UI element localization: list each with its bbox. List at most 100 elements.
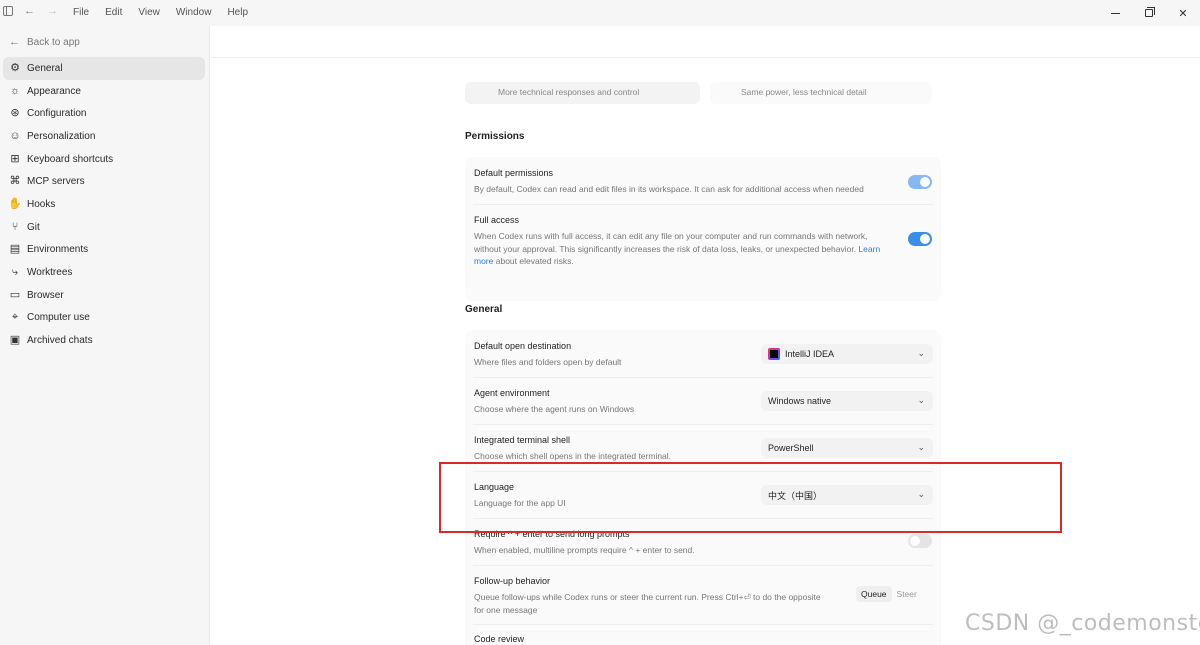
full-access-toggle[interactable] <box>908 232 932 246</box>
require-enter-toggle[interactable] <box>908 534 932 548</box>
sidebar-item-label: Environments <box>27 244 89 256</box>
config-icon: ⊛ <box>10 107 20 120</box>
menu-help[interactable]: Help <box>227 7 248 18</box>
sidebar-item-label: Configuration <box>27 108 87 120</box>
settings-sidebar: ← Back to app ⚙ General ☼ Appearance ⊛ C… <box>0 26 210 645</box>
keyboard-icon: ⊞ <box>10 152 20 165</box>
language-select[interactable]: 中文（中国） ⌄ <box>761 485 933 505</box>
response-style-options: More technical responses and control Sam… <box>465 82 941 104</box>
section-title-permissions: Permissions <box>465 131 525 142</box>
sidebar-item-label: Worktrees <box>27 267 73 279</box>
select-value: 中文（中国） <box>768 490 823 501</box>
sidebar-item-environments[interactable]: ▤ Environments <box>3 239 205 262</box>
sidebar-item-mcp-servers[interactable]: ⌘ MCP servers <box>3 170 205 193</box>
sidebar-item-keyboard-shortcuts[interactable]: ⊞ Keyboard shortcuts <box>3 148 205 171</box>
sidebar-item-label: Archived chats <box>27 335 93 347</box>
general-group: Default open destination Where files and… <box>465 330 941 645</box>
sidebar-item-label: General <box>27 62 63 74</box>
default-permissions-toggle[interactable] <box>908 175 932 189</box>
menu-bar: File Edit View Window Help <box>73 7 264 18</box>
sidebar-item-appearance[interactable]: ☼ Appearance <box>3 80 205 103</box>
sidebar-item-browser[interactable]: ▭ Browser <box>3 284 205 307</box>
smile-icon: ☺ <box>9 129 21 142</box>
sidebar-item-label: Appearance <box>27 85 81 97</box>
watermark-text: CSDN @_codemonster <box>965 611 1200 636</box>
follow-up-segmented-control: Queue Steer <box>856 586 922 602</box>
forward-arrow-icon[interactable]: → <box>47 5 58 17</box>
chevron-down-icon: ⌄ <box>917 348 925 358</box>
title-bar: ← → File Edit View Window Help ✕ <box>0 0 1200 26</box>
sidebar-item-label: Keyboard shortcuts <box>27 153 114 165</box>
minimize-button[interactable] <box>1098 0 1132 26</box>
sidebar-item-label: Personalization <box>27 130 96 142</box>
gear-icon: ⚙ <box>10 61 20 74</box>
setting-row-default-permissions: Default permissions By default, Codex ca… <box>465 157 941 204</box>
sun-icon: ☼ <box>9 84 21 97</box>
toggle-knob <box>910 536 920 546</box>
menu-window[interactable]: Window <box>176 7 212 18</box>
chevron-down-icon: ⌄ <box>917 442 925 452</box>
setting-title: Agent environment <box>474 388 550 398</box>
setting-title: Default permissions <box>474 168 554 178</box>
back-to-app-label: Back to app <box>27 36 80 48</box>
follow-up-option-queue[interactable]: Queue <box>856 586 892 602</box>
setting-row-code-review: Code review <box>465 624 941 645</box>
menu-edit[interactable]: Edit <box>105 7 122 18</box>
toggle-sidebar-icon[interactable] <box>3 6 13 16</box>
toggle-knob <box>920 177 930 187</box>
close-button[interactable]: ✕ <box>1166 0 1200 26</box>
git-icon: ⑂ <box>11 220 19 233</box>
back-arrow-icon[interactable]: ← <box>24 5 35 17</box>
select-value: Windows native <box>768 396 832 406</box>
select-value: PowerShell <box>768 443 814 453</box>
option-card-technical[interactable]: More technical responses and control <box>465 82 700 104</box>
sidebar-item-personalization[interactable]: ☺ Personalization <box>3 125 205 148</box>
desc-text: When Codex runs with full access, it can… <box>474 231 868 254</box>
sidebar-item-label: Browser <box>27 289 64 301</box>
setting-row-require-enter: Require ^ + enter to send long prompts W… <box>465 518 941 565</box>
chevron-down-icon: ⌄ <box>917 489 925 499</box>
sidebar-item-computer-use[interactable]: ⌖ Computer use <box>3 307 205 330</box>
option-card-desc: Same power, less technical detail <box>741 87 867 97</box>
sidebar-item-label: Hooks <box>27 198 56 210</box>
section-title-general: General <box>465 304 503 315</box>
menu-file[interactable]: File <box>73 7 89 18</box>
settings-main: More technical responses and control Sam… <box>211 26 1200 645</box>
setting-description: When Codex runs with full access, it can… <box>474 230 894 268</box>
browser-icon: ▭ <box>9 288 21 301</box>
terminal-shell-select[interactable]: PowerShell ⌄ <box>761 438 933 458</box>
setting-row-language: Language Language for the app UI 中文（中国） … <box>465 471 941 518</box>
setting-description: When enabled, multiline prompts require … <box>474 545 695 555</box>
setting-row-default-open-destination: Default open destination Where files and… <box>465 330 941 377</box>
setting-title: Follow-up behavior <box>474 576 551 586</box>
mcp-icon: ⌘ <box>9 175 21 188</box>
setting-title: Full access <box>474 215 520 225</box>
agent-environment-select[interactable]: Windows native ⌄ <box>761 391 933 411</box>
sidebar-item-hooks[interactable]: ✋ Hooks <box>3 193 205 216</box>
settings-nav: ⚙ General ☼ Appearance ⊛ Configuration ☺… <box>3 57 205 352</box>
minimize-icon <box>1110 12 1120 14</box>
sidebar-item-archived-chats[interactable]: ▣ Archived chats <box>3 329 205 352</box>
sidebar-item-git[interactable]: ⑂ Git <box>3 216 205 239</box>
chevron-down-icon: ⌄ <box>917 395 925 405</box>
select-value: IntelliJ IDEA <box>785 349 835 359</box>
window-controls: ✕ <box>1098 0 1200 26</box>
menu-view[interactable]: View <box>138 7 160 18</box>
setting-title: Require ^ + enter to send long prompts <box>474 529 630 539</box>
archive-icon: ▣ <box>9 334 21 347</box>
sidebar-item-configuration[interactable]: ⊛ Configuration <box>3 102 205 125</box>
sidebar-item-general[interactable]: ⚙ General <box>3 57 205 80</box>
sidebar-item-worktrees[interactable]: ⤷ Worktrees <box>3 261 205 284</box>
setting-row-full-access: Full access When Codex runs with full ac… <box>465 205 941 301</box>
header-divider <box>211 57 1200 58</box>
setting-row-agent-environment: Agent environment Choose where the agent… <box>465 377 941 424</box>
permissions-group: Default permissions By default, Codex ca… <box>465 157 941 301</box>
follow-up-option-steer[interactable]: Steer <box>892 586 922 602</box>
restore-button[interactable] <box>1132 0 1166 26</box>
option-card-simple[interactable]: Same power, less technical detail <box>710 82 932 104</box>
intellij-idea-icon <box>768 348 780 360</box>
setting-title: Code review <box>474 634 525 644</box>
default-open-destination-select[interactable]: IntelliJ IDEA ⌄ <box>761 344 933 364</box>
computer-use-icon: ⌖ <box>11 311 19 324</box>
back-to-app-link[interactable]: ← Back to app <box>9 36 80 48</box>
